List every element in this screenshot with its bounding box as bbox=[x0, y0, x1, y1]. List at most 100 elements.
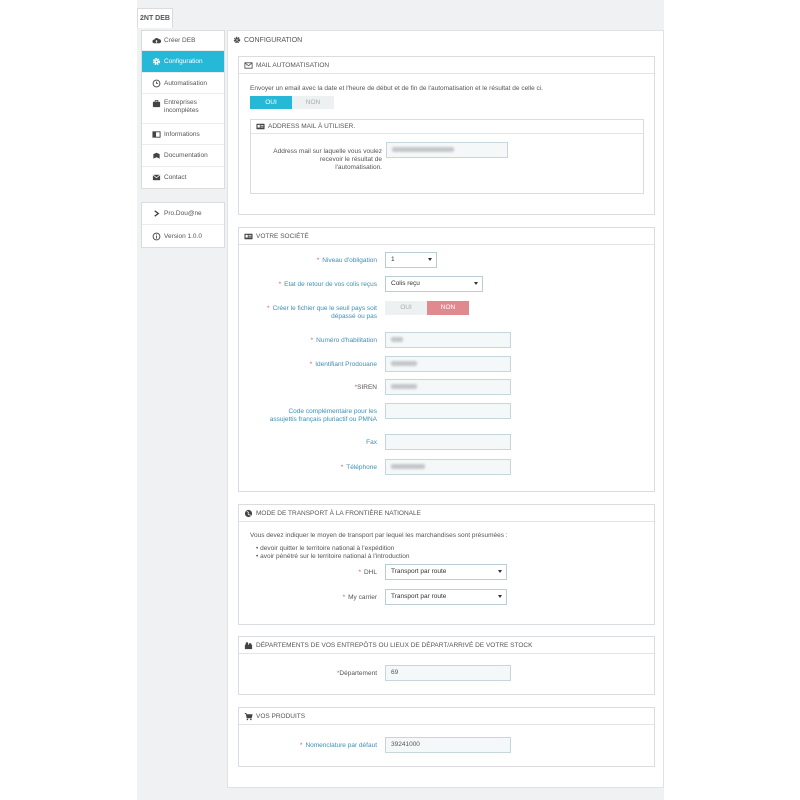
niveau-label: * Niveau d'obligation bbox=[316, 257, 377, 264]
panel-header: DÉPARTEMENTS DE VOS ENTREPÔTS OU LIEUX D… bbox=[239, 637, 654, 654]
app-container: 2NT DEB Créer DEB Configuration Automati… bbox=[137, 0, 664, 800]
sidebar-item-contact[interactable]: Contact bbox=[142, 167, 224, 188]
sidebar-item-version: Version 1.0.0 bbox=[142, 225, 224, 247]
panel-votre-societe: VOTRE SOCIÉTÉ * Niveau d'obligation 1 * Et… bbox=[238, 227, 655, 492]
sidebar-item-entreprises[interactable]: Entreprises incomplètes bbox=[142, 94, 224, 124]
departement-input[interactable]: 69 bbox=[385, 665, 511, 681]
niveau-select[interactable]: 1 bbox=[385, 252, 437, 268]
page-title: CONFIGURATION bbox=[233, 36, 302, 44]
sidebar-item-label: Informations bbox=[164, 130, 200, 138]
book-icon bbox=[151, 130, 161, 139]
address-mail-input[interactable] bbox=[386, 142, 508, 158]
etat-label: * Etat de retour de vos colis reçus bbox=[278, 281, 377, 288]
fax-input[interactable] bbox=[385, 434, 511, 450]
fax-label: Fax bbox=[366, 439, 377, 446]
carrier-select-dhl[interactable]: Transport par route bbox=[385, 564, 507, 580]
toggle-oui[interactable]: OUI bbox=[250, 96, 292, 109]
panel-header: VOS PRODUITS bbox=[239, 708, 654, 725]
panel-title: VOTRE SOCIÉTÉ bbox=[256, 232, 309, 240]
sidebar-item-label: Configuration bbox=[164, 58, 203, 65]
sidebar-item-automatisation[interactable]: Automatisation bbox=[142, 73, 224, 94]
transport-intro: Vous devez indiquer le moyen de transpor… bbox=[250, 532, 508, 539]
numero-input[interactable] bbox=[385, 332, 511, 348]
main-content: CONFIGURATION MAIL AUTOMATISATION Envoye… bbox=[227, 30, 664, 788]
caret-down-icon bbox=[498, 570, 502, 573]
creer-fichier-toggle[interactable]: OUI NON bbox=[385, 301, 469, 315]
warehouse-icon bbox=[244, 641, 253, 649]
telephone-input[interactable] bbox=[385, 459, 511, 475]
clock-icon bbox=[151, 79, 161, 88]
panel-header: VOTRE SOCIÉTÉ bbox=[239, 228, 654, 245]
gear-icon bbox=[233, 36, 241, 44]
panel-vos-produits: VOS PRODUITS * Nomenclature par défaut 39… bbox=[238, 707, 655, 767]
carrier-label-dhl: * DHL bbox=[358, 569, 377, 576]
chevron-right-icon bbox=[151, 209, 161, 218]
panel-departements: DÉPARTEMENTS DE VOS ENTREPÔTS OU LIEUX D… bbox=[238, 636, 655, 695]
numero-label: * Numéro d'habilitation bbox=[310, 337, 377, 344]
panel-title: MODE DE TRANSPORT À LA FRONTIÈRE NATIONA… bbox=[256, 509, 421, 517]
toggle-oui[interactable]: OUI bbox=[385, 301, 427, 315]
globe-icon bbox=[244, 509, 253, 517]
info-icon bbox=[151, 232, 161, 241]
subpanel-header: ADDRESS MAIL À UTILISER. bbox=[251, 120, 643, 134]
panel-header: MAIL AUTOMATISATION bbox=[239, 57, 654, 74]
mail-toggle[interactable]: OUI NON bbox=[250, 96, 334, 109]
nomenclature-label: * Nomenclature par défaut bbox=[299, 742, 377, 749]
sidebar-item-configuration[interactable]: Configuration bbox=[142, 51, 224, 73]
code-complementaire-input[interactable] bbox=[385, 403, 511, 419]
toggle-non[interactable]: NON bbox=[292, 96, 334, 109]
sidebar-item-label: Contact bbox=[164, 174, 187, 181]
toggle-non[interactable]: NON bbox=[427, 301, 469, 315]
briefcase-icon bbox=[151, 99, 161, 108]
sidebar-item-label: Pro.Dou@ne bbox=[164, 210, 202, 217]
tab-bar: 2NT DEB bbox=[137, 0, 664, 31]
sidebar-item-prodouane[interactable]: Pro.Dou@ne bbox=[142, 203, 224, 225]
code-complementaire-label: Code complémentaire pour les assujettis … bbox=[269, 408, 377, 423]
siren-input[interactable] bbox=[385, 379, 511, 395]
sidebar-item-label: Documentation bbox=[164, 152, 208, 159]
telephone-label: * Téléphone bbox=[340, 464, 377, 471]
panel-title: VOS PRODUITS bbox=[256, 712, 306, 720]
id-card-icon bbox=[256, 123, 265, 130]
sidebar-item-label: Créer DEB bbox=[164, 37, 196, 44]
id-card-icon bbox=[244, 233, 253, 239]
subpanel-address-mail: ADDRESS MAIL À UTILISER. Address mail su… bbox=[250, 119, 644, 194]
sidebar-item-documentation[interactable]: Documentation bbox=[142, 145, 224, 167]
creer-fichier-label: * Créer le fichier que le seuil pays soit… bbox=[267, 305, 377, 320]
panel-mode-transport: MODE DE TRANSPORT À LA FRONTIÈRE NATIONA… bbox=[238, 504, 655, 625]
identifiant-input[interactable] bbox=[385, 356, 511, 372]
cart-icon bbox=[244, 712, 253, 720]
carrier-select-my-carrier[interactable]: Transport par route bbox=[385, 589, 507, 605]
page-title-text: CONFIGURATION bbox=[244, 36, 303, 44]
gear-icon bbox=[151, 57, 161, 66]
sidebar-item-creer-deb[interactable]: Créer DEB bbox=[142, 31, 224, 51]
transport-bullet: • avoir pénétré sur le territoire nation… bbox=[256, 553, 410, 560]
panel-mail-automatisation: MAIL AUTOMATISATION Envoyer un email ave… bbox=[238, 56, 655, 215]
sidebar-extra: Pro.Dou@ne Version 1.0.0 bbox=[141, 202, 225, 248]
departement-label: *Département bbox=[336, 670, 377, 677]
caret-down-icon bbox=[474, 282, 478, 285]
etat-select[interactable]: Colis reçu bbox=[385, 276, 483, 292]
mail-description: Envoyer un email avec la date et l'heure… bbox=[250, 85, 543, 92]
tab-2nt-deb[interactable]: 2NT DEB bbox=[137, 8, 173, 28]
sidebar-item-label: Entreprises incomplètes bbox=[164, 99, 199, 114]
sidebar-item-informations[interactable]: Informations bbox=[142, 124, 224, 145]
nomenclature-input[interactable]: 39241000 bbox=[385, 737, 511, 753]
sidebar-item-label: Automatisation bbox=[164, 79, 207, 87]
cloud-upload-icon bbox=[151, 36, 161, 45]
carrier-label-my-carrier: * My carrier bbox=[342, 594, 377, 601]
caret-down-icon bbox=[428, 258, 432, 261]
panel-title: DÉPARTEMENTS DE VOS ENTREPÔTS OU LIEUX D… bbox=[256, 641, 533, 649]
envelope-icon bbox=[244, 61, 253, 69]
panel-header: MODE DE TRANSPORT À LA FRONTIÈRE NATIONA… bbox=[239, 505, 654, 522]
caret-down-icon bbox=[498, 595, 502, 598]
envelope-icon bbox=[151, 173, 161, 182]
sidebar-item-label: Version 1.0.0 bbox=[164, 232, 202, 240]
document-icon bbox=[151, 151, 161, 160]
siren-label: *SIREN bbox=[354, 384, 377, 391]
panel-title: MAIL AUTOMATISATION bbox=[256, 61, 330, 69]
sidebar-menu: Créer DEB Configuration Automatisation E… bbox=[141, 30, 225, 189]
identifiant-label: * Identifiant Prodouane bbox=[309, 361, 377, 368]
address-mail-label: Address mail sur laquelle vous voulez re… bbox=[273, 148, 382, 171]
subpanel-title: ADDRESS MAIL À UTILISER. bbox=[268, 123, 356, 130]
